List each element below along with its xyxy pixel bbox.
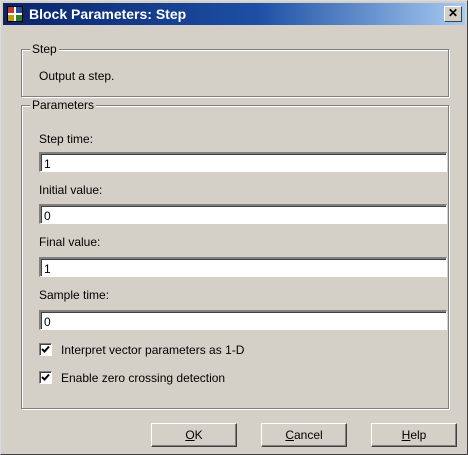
close-icon: ✕ [447,6,459,20]
help-button[interactable]: Help [371,423,457,447]
initial-value-label: Initial value: [39,183,103,197]
initial-value-input[interactable] [39,204,447,224]
final-value-label: Final value: [39,235,101,249]
step-time-label: Step time: [39,132,94,146]
sample-time-input[interactable] [39,310,447,330]
interpret-vector-label[interactable]: Interpret vector parameters as 1-D [61,343,244,357]
title-bar[interactable]: Block Parameters: Step ✕ [3,3,465,25]
cancel-button[interactable]: Cancel [261,423,347,447]
simulink-block-icon [7,6,23,22]
ok-mnemonic: O [185,428,195,442]
dialog-title: Block Parameters: Step [29,6,187,22]
ok-label-rest: K [194,428,203,442]
final-value-input[interactable] [39,257,447,277]
zero-crossing-label[interactable]: Enable zero crossing detection [61,371,225,385]
step-time-input[interactable] [39,152,447,172]
close-button[interactable]: ✕ [444,6,462,22]
parameters-group-legend: Parameters [30,98,97,112]
interpret-vector-checkbox[interactable] [39,343,52,356]
check-icon [41,373,50,381]
cancel-mnemonic: C [285,428,294,442]
cancel-label-rest: ancel [293,428,323,442]
help-label-rest: elp [410,428,427,442]
check-icon [41,345,50,353]
zero-crossing-checkbox[interactable] [39,371,52,384]
step-group-legend: Step [30,42,59,56]
ok-button[interactable]: OK [151,423,237,447]
dialog-window: Block Parameters: Step ✕ Step Output a s… [0,0,468,455]
block-description: Output a step. [39,69,115,83]
sample-time-label: Sample time: [39,288,110,302]
